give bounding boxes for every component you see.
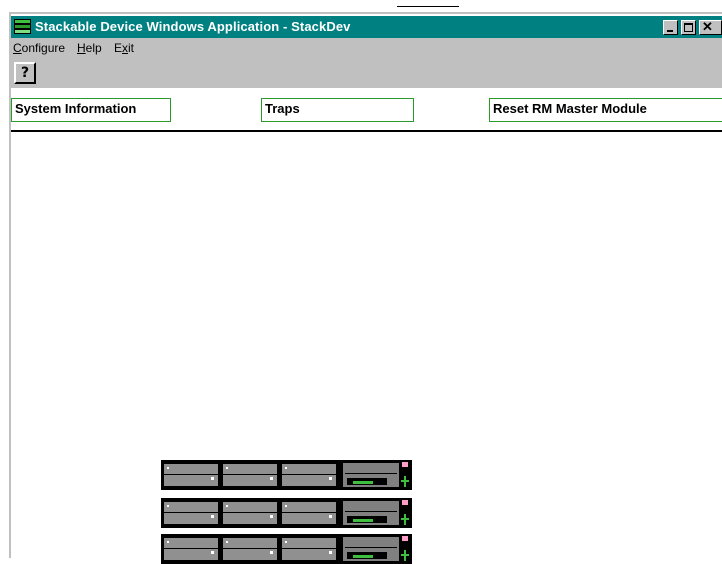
close-button[interactable]: ✕	[699, 19, 722, 35]
screen-top-edge	[0, 0, 722, 12]
menu-help[interactable]: Help	[77, 41, 102, 55]
port-module[interactable]	[164, 538, 218, 560]
main-content-area	[11, 132, 722, 564]
power-led-icon	[401, 514, 409, 525]
menu-help-rest: elp	[85, 41, 102, 55]
menu-configure-mnemonic: C	[13, 41, 22, 55]
power-led-icon	[401, 550, 409, 561]
tab-traps[interactable]: Traps	[261, 98, 414, 122]
menu-help-mnemonic: H	[77, 41, 86, 55]
window-title: Stackable Device Windows Application - S…	[35, 19, 351, 34]
port-module[interactable]	[223, 538, 277, 560]
port-module[interactable]	[223, 464, 277, 486]
status-led-pink	[402, 536, 408, 541]
minimize-button[interactable]	[663, 20, 678, 35]
stack-unit[interactable]	[161, 460, 412, 490]
menu-configure-rest: onfigure	[21, 41, 66, 55]
port-module[interactable]	[282, 502, 336, 524]
tab-bar: System Information Traps Reset RM Master…	[11, 88, 722, 132]
tab-reset-rm-master-module[interactable]: Reset RM Master Module	[489, 98, 722, 122]
control-panel[interactable]	[343, 463, 399, 487]
help-button[interactable]: ?	[14, 62, 36, 84]
close-icon: ✕	[702, 19, 713, 34]
port-module[interactable]	[282, 538, 336, 560]
toolbar: ?	[11, 58, 722, 88]
menu-exit-pre: E	[114, 41, 123, 55]
menu-exit-rest: it	[128, 41, 135, 55]
control-panel[interactable]	[343, 537, 399, 561]
port-module[interactable]	[164, 464, 218, 486]
maximize-button[interactable]	[681, 20, 696, 35]
status-led-pink	[402, 462, 408, 467]
tab-system-information[interactable]: System Information	[11, 98, 171, 122]
port-module[interactable]	[282, 464, 336, 486]
power-led-icon	[401, 476, 409, 487]
top-divider-line	[397, 6, 459, 7]
app-window: Stackable Device Windows Application - S…	[9, 12, 722, 564]
port-module[interactable]	[223, 502, 277, 524]
control-panel[interactable]	[343, 501, 399, 525]
app-icon[interactable]	[14, 19, 31, 34]
port-module[interactable]	[164, 502, 218, 524]
help-icon: ?	[20, 65, 30, 81]
stack-unit[interactable]	[161, 534, 412, 564]
title-bar[interactable]: Stackable Device Windows Application - S…	[11, 16, 722, 38]
status-led-pink	[402, 500, 408, 505]
menu-exit[interactable]: Exit	[114, 41, 134, 55]
menu-bar: Configure Help Exit	[11, 38, 722, 58]
stack-unit[interactable]	[161, 498, 412, 528]
menu-configure[interactable]: Configure	[13, 41, 65, 55]
